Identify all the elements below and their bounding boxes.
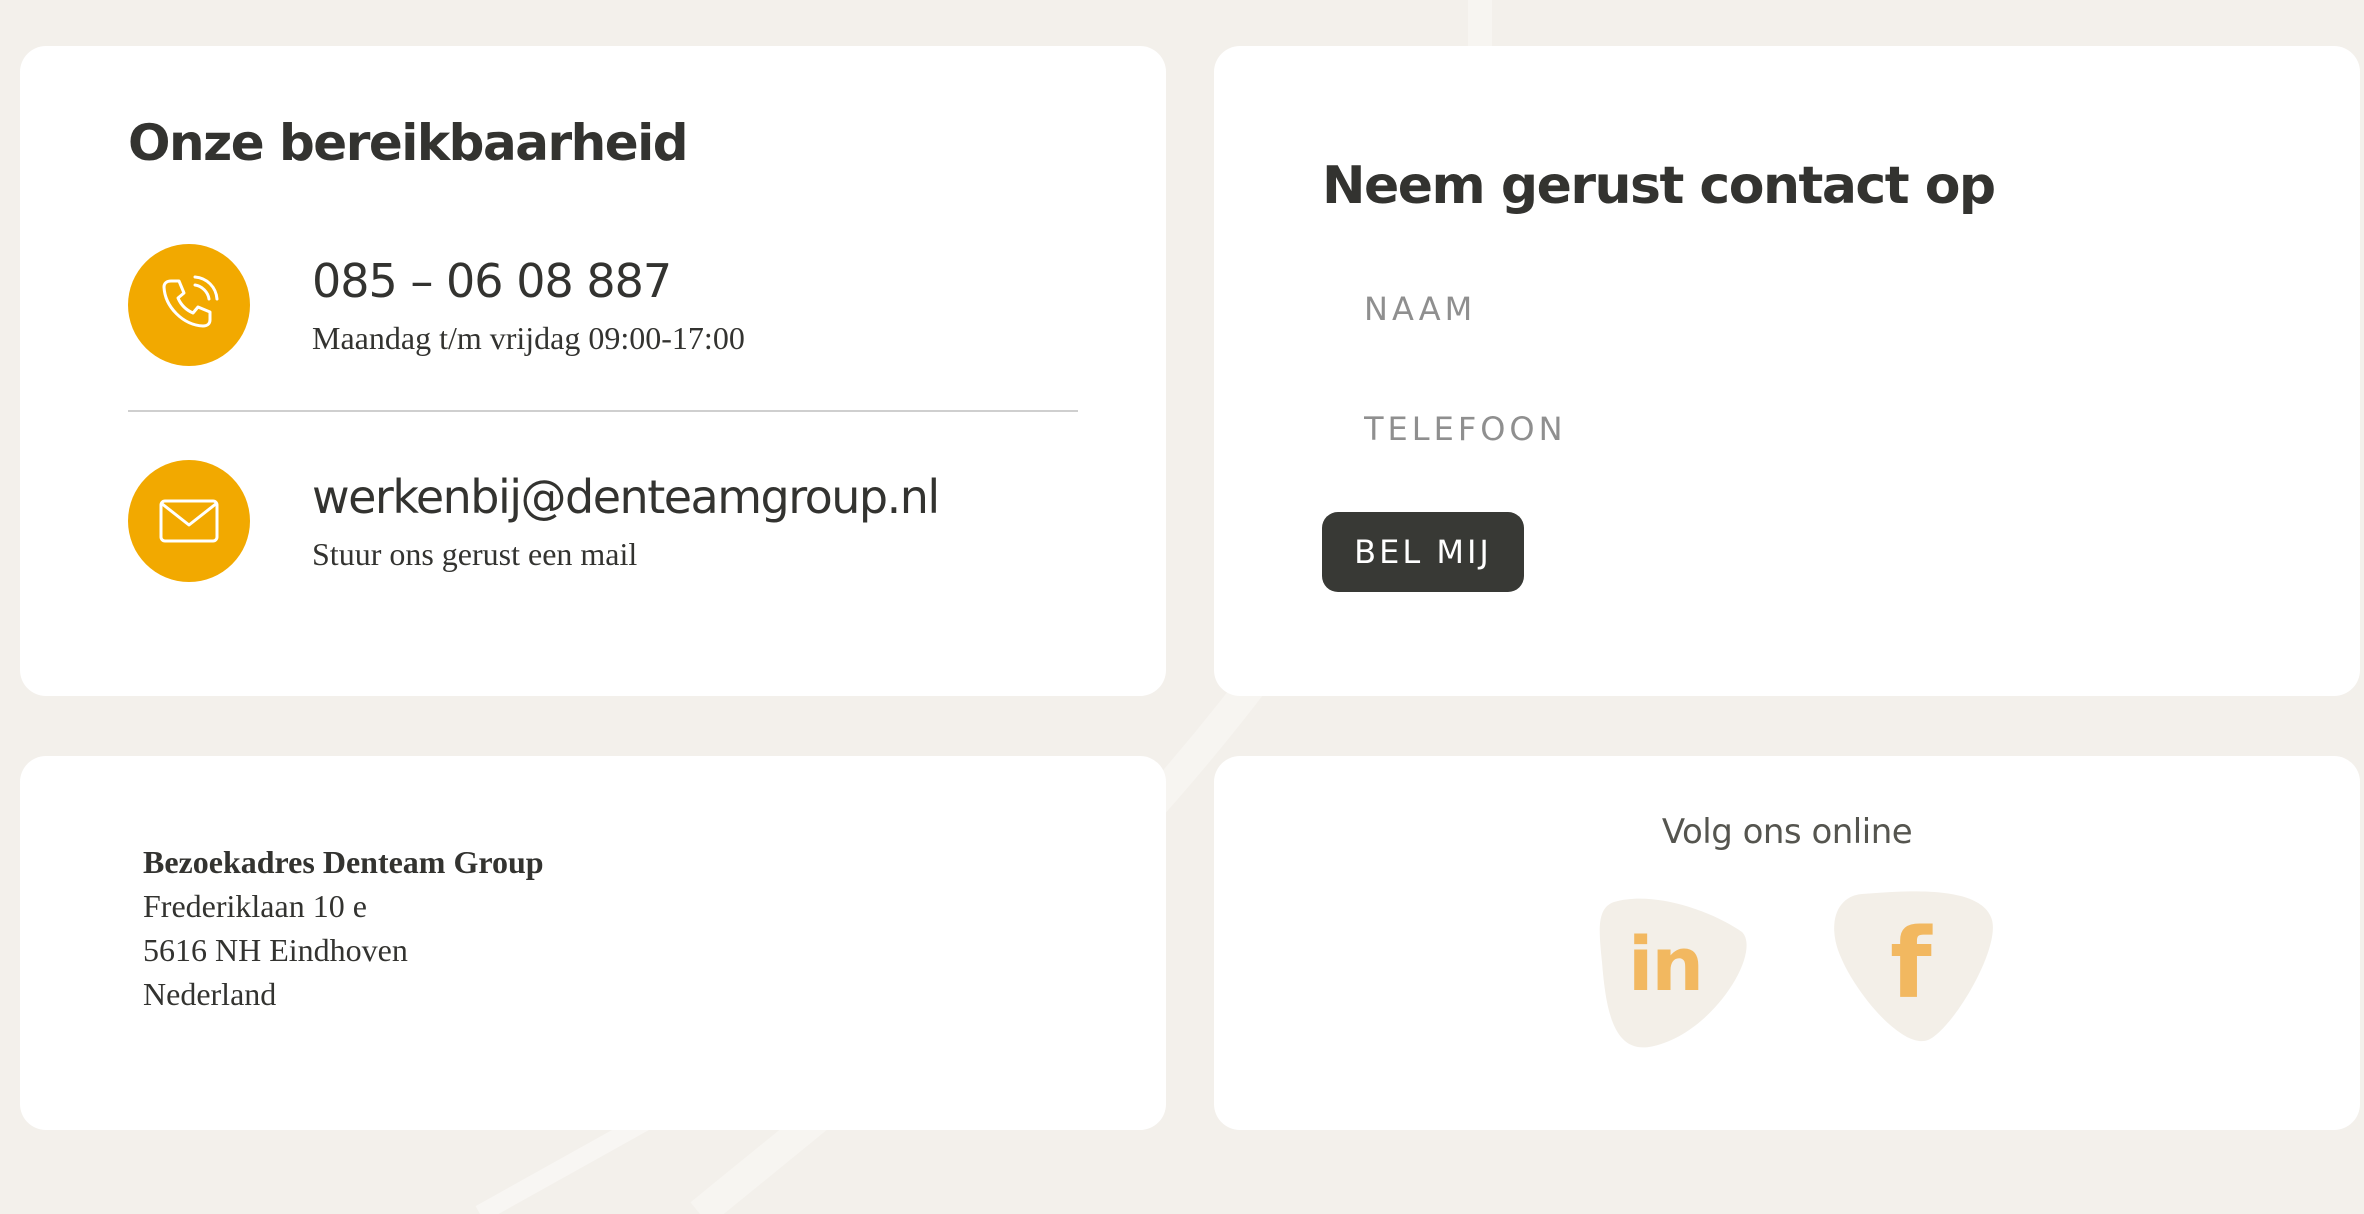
address-country: Nederland	[143, 976, 277, 1012]
mail-icon	[128, 460, 250, 582]
address-city: 5616 NH Eindhoven	[143, 932, 408, 968]
contact-form-card: Neem gerust contact op BEL MIJ	[1214, 46, 2360, 696]
email-address-link[interactable]: werkenbij@denteamgroup.nl	[312, 470, 940, 524]
phone-number-link[interactable]: 085 – 06 08 887	[312, 254, 672, 308]
reachability-card: Onze bereikbaarheid 085 – 06 08 887 Maan…	[20, 46, 1166, 696]
contact-form-title: Neem gerust contact op	[1322, 156, 1996, 216]
divider	[128, 410, 1078, 412]
email-note-text: Stuur ons gerust een mail	[312, 536, 638, 572]
facebook-button[interactable]: f	[1832, 890, 1996, 1050]
address-card: Bezoekadres Denteam Group Frederiklaan 1…	[20, 756, 1166, 1130]
linkedin-icon: in	[1628, 922, 1704, 1008]
address-street: Frederiklaan 10 e	[143, 888, 367, 924]
facebook-icon: f	[1890, 908, 1932, 1020]
name-input[interactable]	[1322, 274, 2282, 344]
address-block: Bezoekadres Denteam Group Frederiklaan 1…	[143, 840, 544, 1016]
social-title: Volg ons online	[1661, 812, 1913, 852]
call-me-button[interactable]: BEL MIJ	[1322, 512, 1524, 592]
phone-input[interactable]	[1322, 394, 2282, 464]
linkedin-button[interactable]: in	[1594, 892, 1754, 1052]
social-card: Volg ons online in f	[1214, 756, 2360, 1130]
phone-icon	[128, 244, 250, 366]
address-heading: Bezoekadres Denteam Group	[143, 844, 544, 880]
reachability-title: Onze bereikbaarheid	[128, 114, 689, 172]
phone-hours-text: Maandag t/m vrijdag 09:00-17:00	[312, 320, 745, 356]
